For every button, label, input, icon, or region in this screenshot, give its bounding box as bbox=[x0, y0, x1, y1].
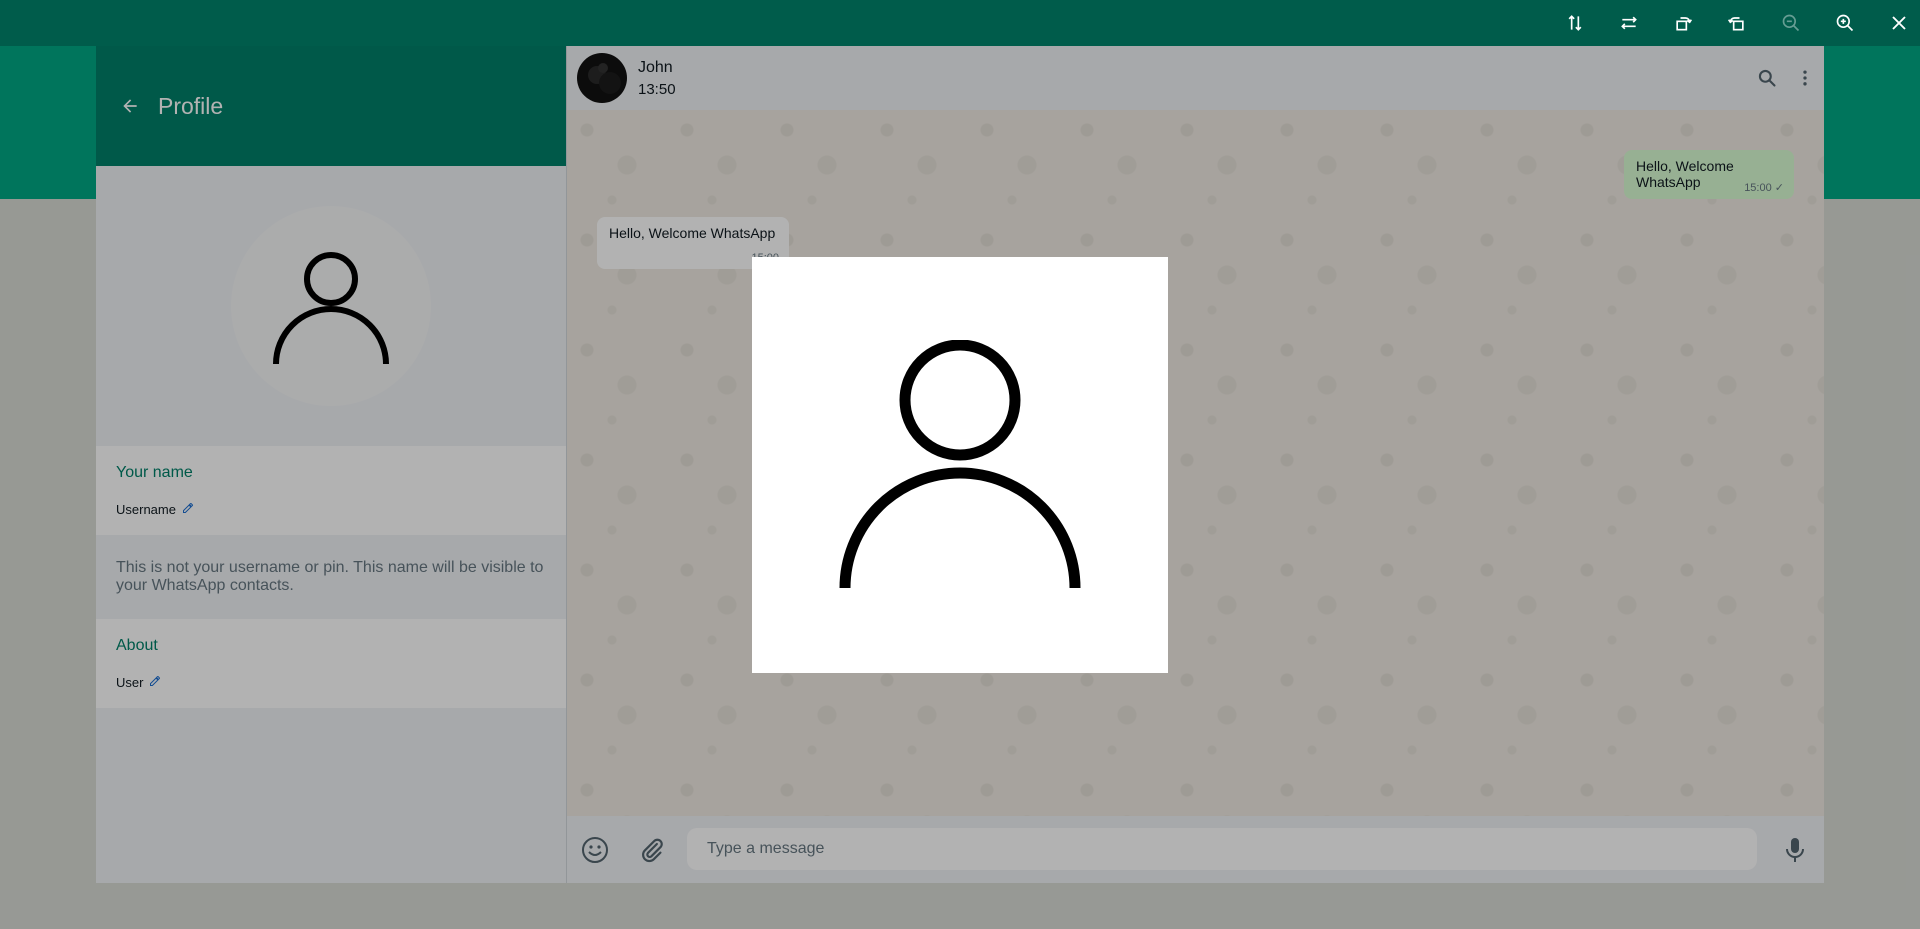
flip-vertical-icon[interactable] bbox=[1561, 9, 1589, 37]
image-viewer-toolbar bbox=[0, 0, 1920, 46]
flip-horizontal-icon[interactable] bbox=[1615, 9, 1643, 37]
user-silhouette-icon bbox=[839, 340, 1081, 589]
rotate-right-icon[interactable] bbox=[1723, 9, 1751, 37]
zoom-out-icon[interactable] bbox=[1777, 9, 1805, 37]
viewer-image[interactable] bbox=[752, 257, 1168, 673]
zoom-in-icon[interactable] bbox=[1831, 9, 1859, 37]
rotate-left-icon[interactable] bbox=[1669, 9, 1697, 37]
close-icon[interactable] bbox=[1885, 9, 1913, 37]
